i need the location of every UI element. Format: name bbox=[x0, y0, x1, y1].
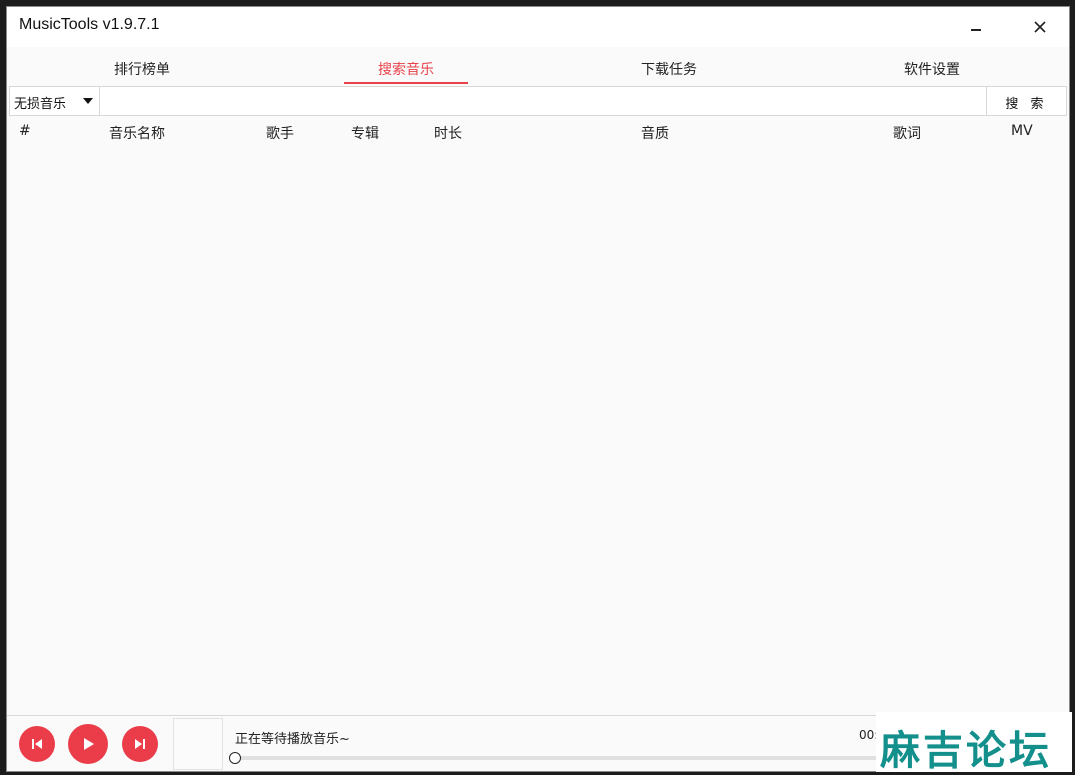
column-header-duration[interactable]: 时长 bbox=[434, 123, 462, 143]
tab-bar: 排行榜单 搜索音乐 下载任务 软件设置 bbox=[7, 47, 1069, 91]
column-header-artist[interactable]: 歌手 bbox=[266, 123, 294, 143]
play-button[interactable] bbox=[68, 724, 108, 764]
progress-knob[interactable] bbox=[229, 752, 241, 764]
app-window: MusicTools v1.9.7.1 排行榜单 搜索音乐 下载任务 软件设置 … bbox=[6, 6, 1070, 772]
column-header-mv[interactable]: MV bbox=[1011, 123, 1033, 139]
minimize-button[interactable] bbox=[953, 7, 999, 47]
search-button[interactable]: 搜 索 bbox=[986, 87, 1066, 115]
active-tab-indicator bbox=[344, 82, 468, 84]
search-input[interactable] bbox=[102, 87, 988, 115]
watermark-text: 麻吉论坛 bbox=[880, 728, 1052, 774]
close-icon bbox=[1034, 21, 1046, 33]
minimize-icon bbox=[971, 29, 981, 31]
album-cover bbox=[173, 718, 223, 770]
watermark-logo: 麻吉论坛 bbox=[876, 712, 1072, 774]
progress-bar[interactable] bbox=[235, 756, 895, 760]
caret-down-icon bbox=[83, 98, 93, 104]
title-bar[interactable]: MusicTools v1.9.7.1 bbox=[7, 7, 1069, 47]
column-header-index[interactable]: # bbox=[19, 123, 31, 139]
window-title: MusicTools v1.9.7.1 bbox=[19, 16, 160, 33]
column-header-lyrics[interactable]: 歌词 bbox=[893, 123, 921, 143]
now-playing-text: 正在等待播放音乐~ bbox=[235, 732, 350, 747]
column-header-quality[interactable]: 音质 bbox=[641, 123, 669, 143]
source-select[interactable]: 无损音乐 bbox=[10, 87, 100, 115]
column-header-album[interactable]: 专辑 bbox=[351, 123, 379, 143]
tab-downloads[interactable]: 下载任务 bbox=[599, 59, 739, 79]
tab-charts[interactable]: 排行榜单 bbox=[72, 59, 212, 79]
play-icon bbox=[84, 738, 94, 750]
previous-button[interactable] bbox=[19, 726, 55, 762]
close-button[interactable] bbox=[1017, 7, 1063, 47]
source-select-value: 无损音乐 bbox=[14, 97, 67, 112]
column-header-title[interactable]: 音乐名称 bbox=[109, 123, 165, 143]
skip-next-icon bbox=[135, 739, 145, 749]
skip-previous-icon bbox=[32, 739, 42, 749]
next-button[interactable] bbox=[122, 726, 158, 762]
tab-settings[interactable]: 软件设置 bbox=[862, 59, 1002, 79]
tab-search-music[interactable]: 搜索音乐 bbox=[336, 59, 476, 79]
search-bar: 无损音乐 搜 索 bbox=[9, 86, 1067, 116]
